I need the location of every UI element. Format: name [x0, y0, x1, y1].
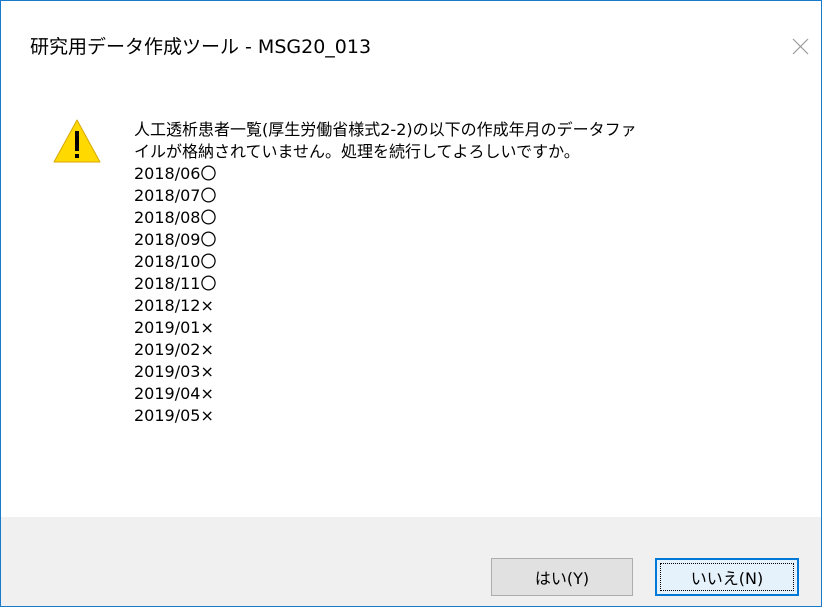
- window-title: 研究用データ作成ツール - MSG20_013: [30, 36, 372, 58]
- close-button[interactable]: [777, 23, 821, 67]
- month-status-line: 2019/04×: [134, 384, 214, 403]
- month-status-line: 2018/12×: [134, 296, 214, 315]
- month-status-line: 2018/07〇: [134, 186, 217, 205]
- month-status-line: 2019/01×: [134, 318, 214, 337]
- close-icon: [792, 38, 809, 55]
- dialog-content: 人工透析患者一覧(厚生労働省様式2-2)の以下の作成年月のデータファ イルが格納…: [1, 93, 821, 513]
- title-bar: 研究用データ作成ツール - MSG20_013: [1, 1, 821, 93]
- month-status-line: 2019/02×: [134, 340, 214, 359]
- yes-button-label: はい(Y): [534, 569, 590, 588]
- month-status-line: 2018/06〇: [134, 164, 217, 183]
- message-line: イルが格納されていません。処理を続行してよろしいですか。: [134, 142, 580, 161]
- month-status-line: 2018/08〇: [134, 208, 217, 227]
- month-status-line: 2018/09〇: [134, 230, 217, 249]
- month-status-line: 2018/10〇: [134, 252, 217, 271]
- yes-button[interactable]: はい(Y): [491, 558, 633, 596]
- button-bar: はい(Y) いいえ(N): [1, 517, 821, 606]
- message-line: 人工透析患者一覧(厚生労働省様式2-2)の以下の作成年月のデータファ: [134, 120, 637, 139]
- no-button-label: いいえ(N): [690, 569, 764, 588]
- message-text: 人工透析患者一覧(厚生労働省様式2-2)の以下の作成年月のデータファ イルが格納…: [134, 119, 794, 427]
- month-status-line: 2019/03×: [134, 362, 214, 381]
- month-status-line: 2018/11〇: [134, 274, 217, 293]
- month-status-line: 2019/05×: [134, 406, 214, 425]
- warning-icon: [53, 119, 101, 163]
- dialog-window: 研究用データ作成ツール - MSG20_013 人工透析患者一覧(厚生労働省様式…: [0, 0, 822, 607]
- no-button[interactable]: いいえ(N): [655, 558, 799, 596]
